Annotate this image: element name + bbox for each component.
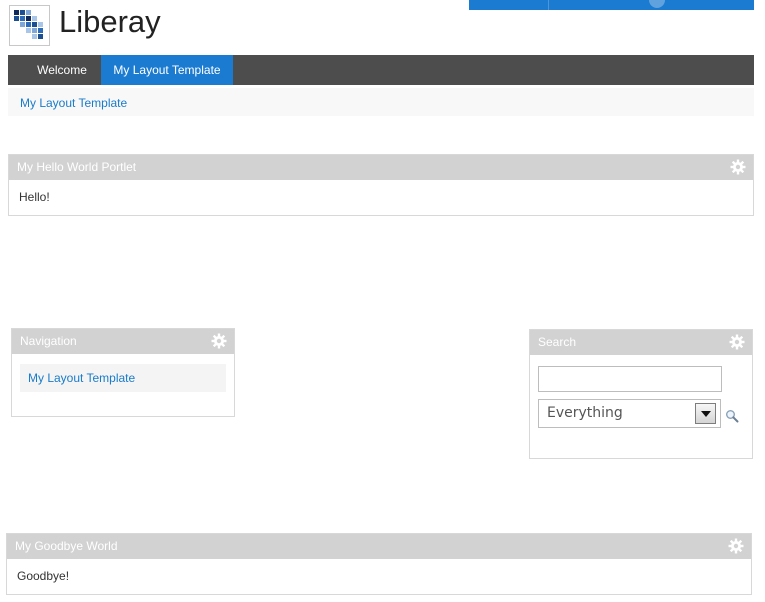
portlet-header: Navigation	[12, 329, 234, 354]
logo-cell	[20, 10, 25, 15]
portlet-title: My Goodbye World	[15, 539, 118, 553]
logo-cell	[38, 22, 43, 27]
dockbar-divider	[548, 0, 549, 10]
search-portlet: Search Everything	[529, 329, 753, 459]
site-logo[interactable]	[9, 5, 50, 46]
hello-world-portlet: My Hello World Portlet Hello!	[8, 154, 754, 216]
navigation-portlet: Navigation My Layout Template	[11, 328, 235, 417]
search-scope-value: Everything	[547, 405, 623, 421]
search-input[interactable]	[538, 366, 722, 392]
logo-cell	[26, 10, 31, 15]
nav-item-my-layout-template[interactable]: My Layout Template	[101, 55, 233, 85]
navigation-link[interactable]: My Layout Template	[28, 371, 135, 385]
logo-cell	[32, 34, 37, 39]
logo-cell	[20, 16, 25, 21]
logo-cell	[26, 22, 31, 27]
goodbye-world-portlet: My Goodbye World Goodbye!	[6, 533, 752, 595]
logo-cell	[32, 16, 37, 21]
logo-cell	[32, 22, 37, 27]
breadcrumb-link-current[interactable]: My Layout Template	[20, 96, 127, 110]
dockbar	[469, 0, 754, 10]
main-navigation: Welcome My Layout Template	[8, 55, 754, 85]
chevron-down-icon[interactable]	[695, 403, 716, 424]
site-name: Liberay	[59, 4, 161, 39]
navigation-list-item: My Layout Template	[20, 364, 226, 392]
logo-cell	[32, 28, 37, 33]
logo-cell	[26, 28, 31, 33]
logo-cell	[38, 34, 43, 39]
gear-icon[interactable]	[728, 538, 744, 554]
portlet-content: Hello!	[19, 190, 50, 204]
search-icon[interactable]	[725, 409, 739, 423]
logo-cell	[14, 16, 19, 21]
portlet-title: Search	[538, 335, 577, 349]
portlet-header: My Hello World Portlet	[9, 155, 753, 180]
logo-cell	[26, 16, 31, 21]
search-scope-select[interactable]: Everything	[538, 399, 721, 428]
logo-cell	[20, 22, 25, 27]
breadcrumb: My Layout Template	[8, 88, 754, 116]
user-avatar-icon[interactable]	[649, 0, 665, 8]
nav-item-welcome[interactable]: Welcome	[24, 55, 100, 85]
portlet-content: Goodbye!	[17, 569, 70, 583]
logo-cell	[14, 10, 19, 15]
portlet-header: Search	[530, 330, 752, 355]
portlet-header: My Goodbye World	[7, 534, 751, 559]
gear-icon[interactable]	[211, 333, 227, 349]
gear-icon[interactable]	[730, 159, 746, 175]
portlet-title: My Hello World Portlet	[17, 160, 137, 174]
gear-icon[interactable]	[729, 334, 745, 350]
portlet-title: Navigation	[20, 334, 77, 348]
logo-cell	[38, 28, 43, 33]
